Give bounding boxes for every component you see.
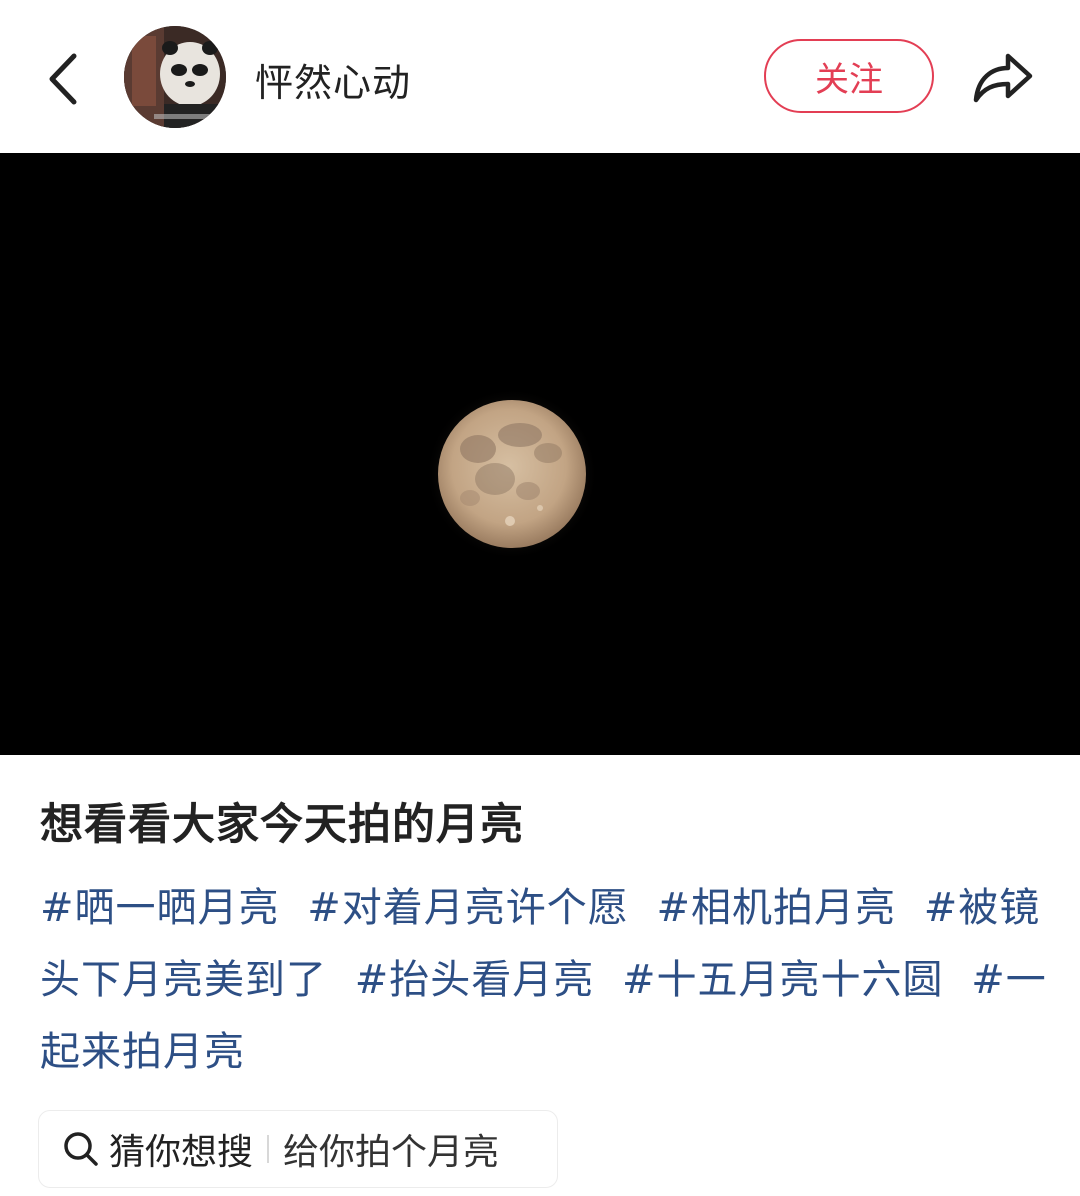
divider [267,1135,270,1163]
post-title: 想看看大家今天拍的月亮 [40,800,524,850]
hashtag[interactable]: #对着月亮许个愿 [307,885,629,931]
hashtag[interactable]: #十五月亮十六圆 [622,957,944,1003]
search-icon [64,1132,98,1166]
avatar[interactable] [124,26,226,128]
hashtag[interactable]: #抬头看月亮 [355,957,595,1003]
search-suggestion-query[interactable]: 给你拍个月亮 [283,1123,499,1175]
username[interactable]: 怦然心动 [255,52,411,107]
follow-button[interactable]: 关注 [764,39,934,113]
search-suggestion-label: 猜你想搜 [109,1132,254,1173]
moon-image [0,153,1080,755]
top-bar: 怦然心动 关注 [0,0,1080,153]
hashtag[interactable]: #晒一晒月亮 [40,885,280,931]
chevron-left-icon [49,53,77,105]
hashtag-list: #晒一晒月亮 #对着月亮许个愿 #相机拍月亮 #被镜头下月亮美到了 #抬头看月亮… [40,872,1050,1088]
share-arrow-icon [973,53,1033,103]
share-button[interactable] [968,42,1038,108]
back-button[interactable] [38,42,98,112]
post-photo[interactable] [0,153,1080,755]
hashtag[interactable]: #相机拍月亮 [656,885,896,931]
suggested-search[interactable]: 猜你想搜 给你拍个月亮 [38,1110,558,1188]
